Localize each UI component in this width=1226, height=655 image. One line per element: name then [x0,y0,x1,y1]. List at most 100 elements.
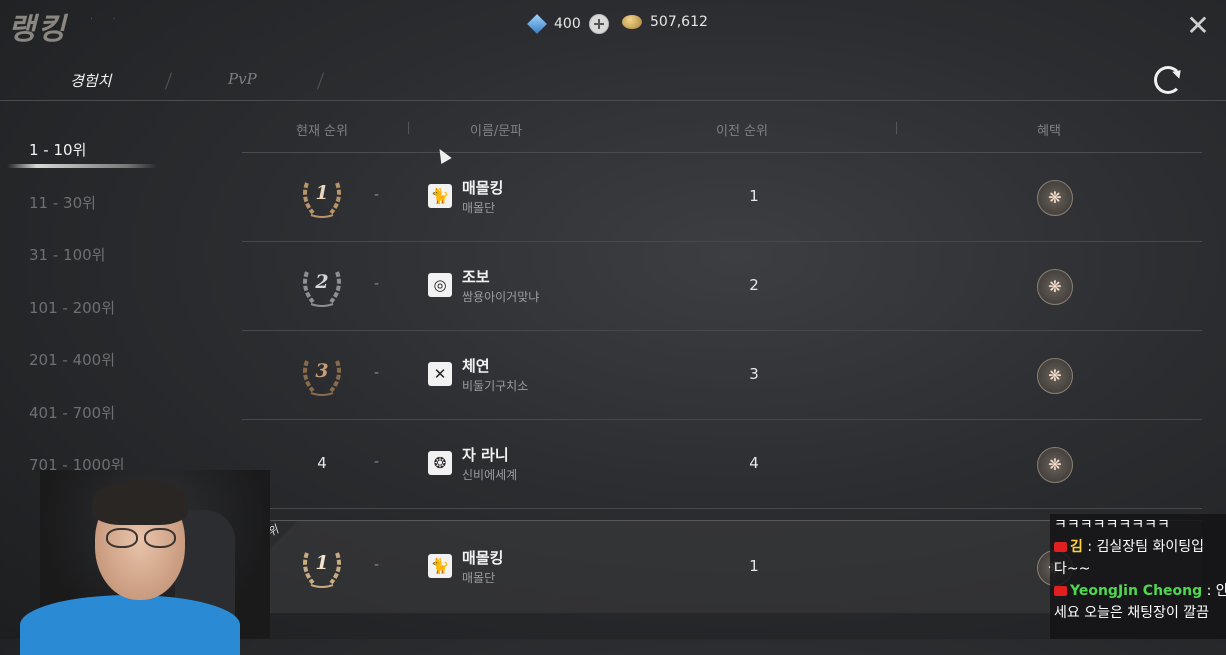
streamer-shirt [20,595,240,655]
sidebar-item-101-200[interactable]: 101 - 200위 [0,288,240,341]
gold-currency: 507,612 [622,14,708,30]
guild-emblem-icon: ◎ [428,273,452,297]
chat-text: 세요 오늘은 채팅장이 깔끔 [1054,605,1210,621]
rank-number: 4 [317,454,327,472]
previous-rank: 1 [749,187,759,205]
rank-change: - [374,187,380,203]
sidebar-item-label: 201 - 400위 [29,351,116,369]
table-row[interactable]: 1 - 🐈 매몰킹 매몰단 1 ❋ [242,153,1202,242]
streamer-webcam [20,470,270,655]
glasses-icon [106,528,176,548]
sidebar-item-31-100[interactable]: 31 - 100위 [0,235,240,288]
guild-name: 쌈용아이거맞냐 [462,290,540,304]
previous-rank: 2 [749,276,759,294]
chat-text: ㅋㅋㅋㅋㅋㅋㅋㅋㅋ [1054,517,1170,533]
gold-laurel-icon: 1 [297,175,347,219]
guild-emblem-icon: ❂ [428,451,452,475]
rank-change: - [374,454,380,470]
table-row[interactable]: 3 - ✕ 체연 비둘기구치소 3 ❋ [242,331,1202,420]
chat-user: YeongJin Cheong [1070,583,1203,599]
silver-laurel-icon: 2 [297,264,347,308]
rank-number: 1 [315,552,329,574]
sidebar-item-label: 11 - 30위 [29,193,96,212]
sidebar-item-label: 31 - 100위 [29,246,106,264]
refresh-icon[interactable] [1154,66,1182,94]
reward-button[interactable]: ❋ [1037,358,1073,394]
header-divider [0,100,1226,101]
player-name[interactable]: 자 라니 [462,444,509,465]
active-indicator [7,164,157,168]
youtube-icon [1054,586,1067,596]
chat-line: 세요 오늘은 채팅장이 깔끔 [1050,602,1226,624]
rank-number: 3 [315,360,329,382]
tab-experience[interactable]: 경험치 [70,70,111,91]
column-divider [408,122,409,134]
sidebar-item-11-30[interactable]: 11 - 30위 [0,183,240,236]
rank-number: 1 [315,182,329,204]
guild-name: 매몰단 [462,571,496,585]
stream-chat: ㅋㅋㅋㅋㅋㅋㅋㅋㅋ 김 : 김실장팀 화이팅입 다~~ YeongJin Che… [1050,514,1226,639]
reward-flower-icon: ❋ [1048,188,1062,207]
reward-flower-icon: ❋ [1048,455,1062,474]
gem-currency: 400 [527,14,609,34]
rank-change: - [374,276,380,292]
player-name[interactable]: 조보 [462,266,490,287]
previous-rank: 1 [749,557,759,575]
column-previous-rank: 이전 순위 [716,124,768,139]
rank-range-sidebar: 1 - 10위 11 - 30위 31 - 100위 101 - 200위 20… [0,130,240,498]
chat-text: : 김실장팀 화이팅입 [1087,539,1205,555]
previous-rank: 4 [749,454,759,472]
reward-button[interactable]: ❋ [1037,269,1073,305]
blue-gem-icon [527,14,547,34]
player-name[interactable]: 매몰킹 [462,177,503,198]
chat-line: 김 : 김실장팀 화이팅입 [1050,536,1226,558]
tab-divider [316,72,325,90]
youtube-icon [1054,542,1067,552]
column-reward: 혜택 [1037,124,1061,139]
rank-change: - [374,365,380,381]
chat-user: 김 [1070,539,1083,555]
rank-number: 2 [315,271,329,293]
reward-flower-icon: ❋ [1048,277,1062,296]
streamer-hair [92,480,188,525]
chat-line: ㅋㅋㅋㅋㅋㅋㅋㅋㅋ [1050,514,1226,536]
rank-change: - [374,557,380,573]
reward-flower-icon: ❋ [1048,366,1062,385]
previous-rank: 3 [749,365,759,383]
guild-name: 매몰단 [462,201,496,215]
title-decoration: · · [90,14,124,25]
column-name: 이름/문파 [470,124,523,139]
guild-emblem-icon: 🐈 [428,554,452,578]
sidebar-item-201-400[interactable]: 201 - 400위 [0,340,240,393]
gold-coin-icon [622,15,642,29]
gem-value: 400 [554,16,581,32]
chat-line: 다~~ [1050,558,1226,580]
sidebar-item-label: 101 - 200위 [29,298,116,317]
chat-text: : 안 [1206,583,1226,599]
ranking-table: 현재 순위 이름/문파 이전 순위 혜택 1 - 🐈 매몰킹 매몰단 1 ❋ 2 [242,108,1202,509]
player-name[interactable]: 체연 [462,355,490,376]
chat-text: 다~~ [1054,561,1091,577]
guild-name: 신비에세계 [462,468,518,482]
top-bar: 랭킹 · · 400 507,612 ✕ 경험치 PvP [0,0,1226,100]
guild-name: 비둘기구치소 [462,379,529,393]
guild-emblem-icon: ✕ [428,362,452,386]
bronze-laurel-icon: 3 [297,353,347,397]
column-current-rank: 현재 순위 [296,124,348,139]
add-gem-button[interactable] [588,14,609,34]
guild-emblem-icon: 🐈 [428,184,452,208]
table-row[interactable]: 2 - ◎ 조보 쌈용아이거맞냐 2 ❋ [242,242,1202,331]
chat-line: YeongJin Cheong : 안 [1050,580,1226,602]
page-title: 랭킹 [8,12,68,47]
sidebar-item-label: 1 - 10위 [29,141,87,159]
sidebar-item-1-10[interactable]: 1 - 10위 [0,130,240,183]
gold-value: 507,612 [650,14,708,30]
close-icon[interactable]: ✕ [1184,12,1212,40]
reward-button[interactable]: ❋ [1037,447,1073,483]
sidebar-item-401-700[interactable]: 401 - 700위 [0,393,240,446]
gold-laurel-icon: 1 [297,545,347,589]
player-name: 매몰킹 [462,549,504,567]
reward-button[interactable]: ❋ [1037,180,1073,216]
table-row[interactable]: 4 - ❂ 자 라니 신비에세계 4 ❋ [242,420,1202,509]
tab-pvp[interactable]: PvP [228,70,257,88]
